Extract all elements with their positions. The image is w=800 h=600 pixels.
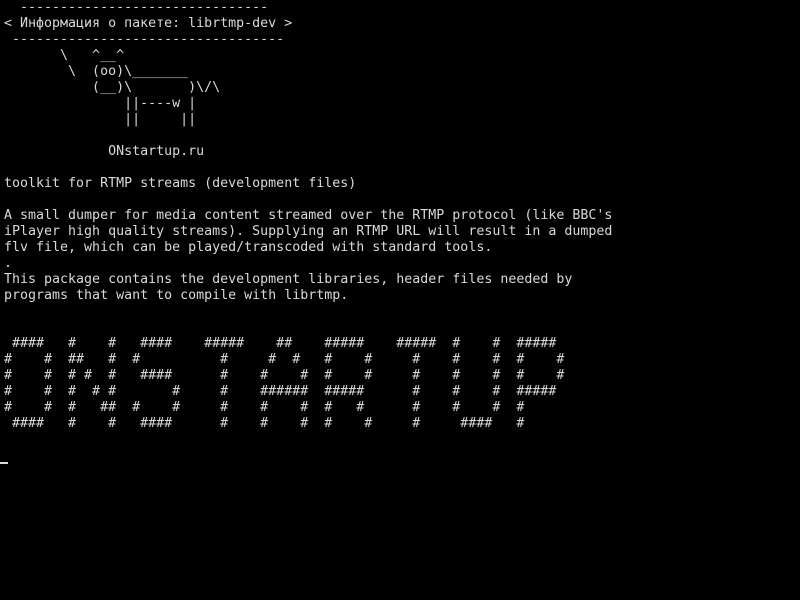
cowsay-border-bottom: ---------------------------------- [4, 32, 285, 47]
terminal-screen[interactable]: ------------------------------- < Информа… [0, 0, 800, 600]
cow-art-line: ||----w | [4, 96, 197, 111]
cow-art-line: (__)\ )\/\ [4, 80, 221, 95]
banner-art-line: # # ## # # # # # # # # # # # # [4, 352, 565, 367]
terminal-output: ------------------------------- < Информа… [0, 0, 612, 432]
description-line: iPlayer high quality streams). Supplying… [4, 224, 613, 239]
package-summary: toolkit for RTMP streams (development fi… [4, 176, 357, 191]
cowsay-border-top: ------------------------------- [4, 0, 269, 15]
banner-art-line: # # # ## # # # # # # # # # # # [4, 400, 525, 415]
description-line: flv file, which can be played/transcoded… [4, 240, 493, 255]
banner-art-line: #### # # #### # # # # # # #### # [4, 416, 525, 431]
banner-art-line: # # # # # # # ###### ##### # # # ##### [4, 384, 557, 399]
cow-art-line: \ (oo)\_______ [4, 64, 189, 79]
description-line: A small dumper for media content streame… [4, 208, 613, 223]
description-line: This package contains the development li… [4, 272, 573, 287]
cow-art-line: || || [4, 112, 197, 127]
description-line: programs that want to compile with librt… [4, 288, 349, 303]
description-separator: . [4, 256, 13, 271]
banner-art-line: # # # # # #### # # # # # # # # # # [4, 368, 565, 383]
text-cursor [0, 462, 8, 464]
cowsay-package-title: < Информация о пакете: librtmp-dev > [4, 16, 293, 31]
cow-art-line: \ ^__^ [4, 48, 125, 63]
site-name: ONstartup.ru [4, 144, 205, 159]
banner-art-line: #### # # #### ##### ## ##### ##### # # #… [4, 336, 557, 351]
